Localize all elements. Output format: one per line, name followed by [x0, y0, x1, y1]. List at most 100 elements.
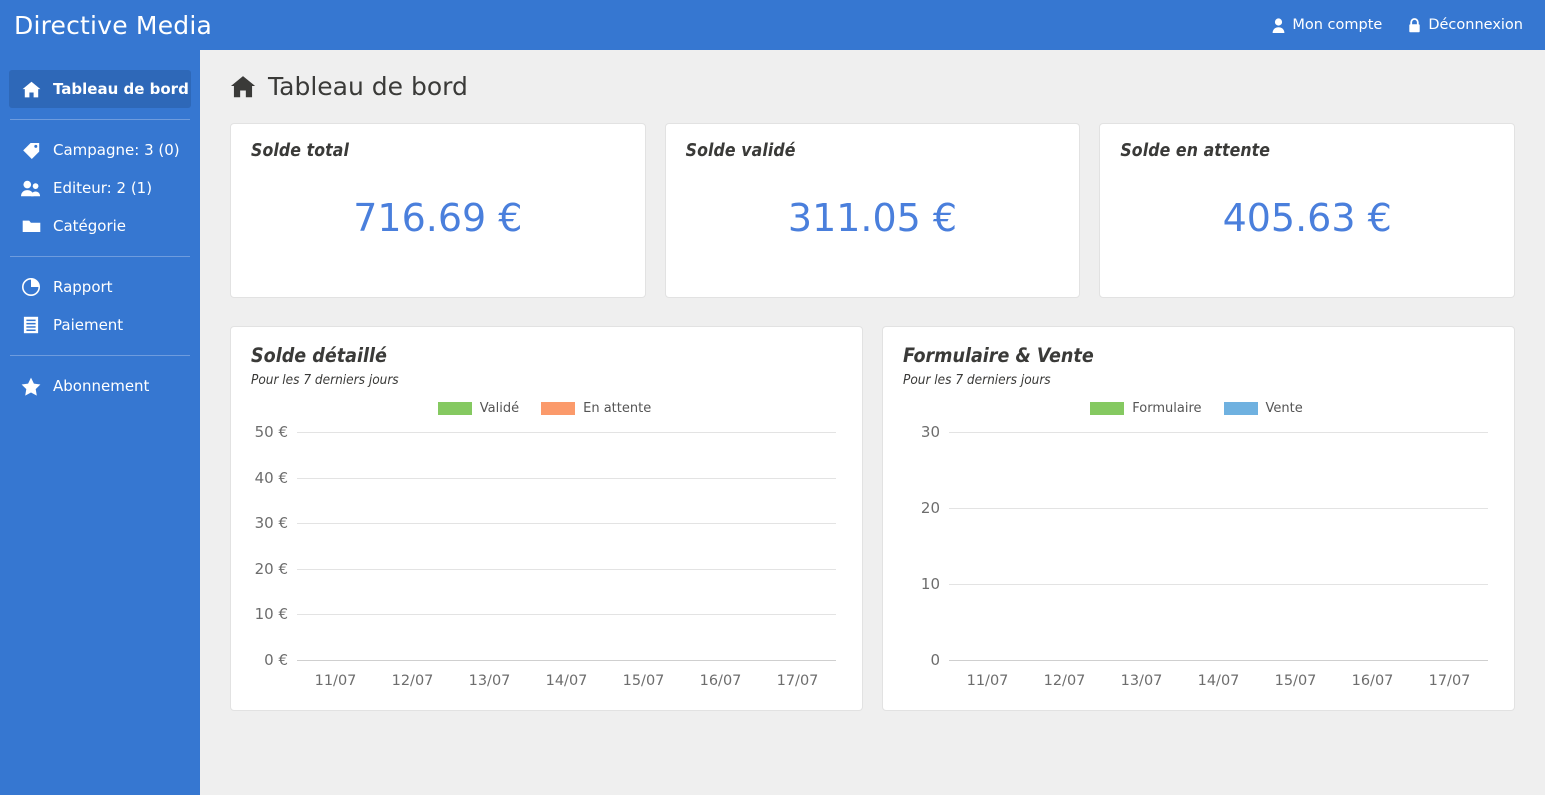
chart-plot-area: 0 10 20 30 11/07 12/07 13/07 14/07 15/07 16/07 17/…	[897, 422, 1496, 700]
sidebar-item-label: Rapport	[53, 278, 113, 296]
y-axis-tick-label: 30	[920, 423, 940, 441]
chart-plot-inner: 0 10 20 30 11/07 12/07 13/07 14/07 15/07 16/07 17/…	[921, 423, 1488, 689]
star-icon	[21, 377, 41, 396]
main-content: Tableau de bord Solde total 716.69 € Sol…	[200, 50, 1545, 795]
chart-bar-group[interactable]: 15/07	[1257, 432, 1334, 689]
sidebar-item-categorie[interactable]: Catégorie	[9, 207, 191, 245]
chart-bar-group[interactable]: 13/07	[1103, 432, 1180, 689]
stat-card-solde-valide: Solde validé 311.05 €	[664, 123, 1081, 298]
x-axis-tick-label: 11/07	[966, 673, 1009, 689]
x-axis-tick-label: 16/07	[699, 673, 742, 689]
legend-swatch	[541, 401, 576, 415]
tag-icon	[21, 142, 41, 159]
chart-bar-group[interactable]: 14/07	[528, 432, 605, 689]
sidebar-item-label: Campagne: 3 (0)	[53, 141, 180, 159]
page-title: Tableau de bord	[230, 72, 1545, 101]
brand-title: Directive Media	[14, 10, 213, 40]
y-axis-tick-label: 50 €	[254, 423, 288, 441]
pie-chart-icon	[21, 278, 41, 296]
stat-card-solde-en-attente: Solde en attente 405.63 €	[1099, 123, 1516, 298]
stat-card-value: 716.69 €	[353, 196, 523, 240]
top-header-bar: Directive Media Mon compte Déconnexion	[0, 0, 1545, 50]
chart-title: Formulaire & Vente	[903, 344, 1094, 367]
sidebar-item-label: Paiement	[53, 316, 124, 334]
x-axis-tick-label: 13/07	[468, 673, 511, 689]
stat-card-label: Solde total	[251, 141, 349, 161]
home-icon	[21, 81, 41, 98]
chart-bars: 11/07 12/07 13/07 14/07 15/07 16/07 17/07	[297, 432, 836, 689]
y-axis-tick-label: 40 €	[254, 468, 288, 487]
chart-bar-group[interactable]: 11/07	[297, 432, 374, 689]
lock-icon	[1408, 17, 1421, 33]
chart-card-solde-detaille: Solde détaillé Pour les 7 derniers jours…	[230, 326, 863, 711]
chart-legend: Formulaire Vente	[897, 400, 1496, 416]
y-axis-tick-label: 10	[920, 574, 940, 593]
x-axis-tick-label: 12/07	[391, 673, 434, 689]
legend-item[interactable]: Validé	[437, 400, 520, 416]
legend-swatch	[1090, 401, 1125, 415]
sidebar-item-label: Editeur: 2 (1)	[53, 179, 153, 197]
sidebar-item-paiement[interactable]: Paiement	[9, 306, 191, 344]
sidebar-divider-1	[10, 119, 190, 120]
chart-bar-group[interactable]: 12/07	[1026, 432, 1103, 689]
chart-bar-group[interactable]: 13/07	[451, 432, 528, 689]
chart-bar-group[interactable]: 17/07	[1411, 432, 1488, 689]
y-axis-tick-label: 30 €	[254, 514, 288, 533]
sidebar-item-editeur[interactable]: Editeur: 2 (1)	[9, 169, 191, 207]
legend-item[interactable]: En attente	[541, 401, 651, 416]
sidebar-item-label: Catégorie	[53, 217, 127, 235]
legend-label: Vente	[1265, 400, 1303, 416]
chart-legend: Validé En attente	[245, 400, 844, 416]
y-axis-tick-label: 10 €	[254, 605, 288, 624]
y-axis-tick-label: 20 €	[254, 559, 288, 578]
chart-plot-inner: 0 € 10 € 20 € 30 € 40 € 50 € 11/07 12/07 13/07 14…	[255, 423, 836, 689]
stat-card-label: Solde en attente	[1120, 141, 1271, 161]
my-account-label: Mon compte	[1292, 17, 1383, 33]
x-axis-tick-label: 13/07	[1120, 673, 1163, 689]
stat-card-value: 311.05 €	[787, 196, 958, 240]
x-axis-tick-label: 17/07	[776, 673, 819, 689]
sidebar-item-abonnement[interactable]: Abonnement	[9, 367, 191, 405]
x-axis-tick-label: 12/07	[1043, 673, 1086, 689]
legend-item[interactable]: Formulaire	[1090, 401, 1202, 416]
sidebar-item-label: Tableau de bord	[53, 80, 189, 98]
chart-bar-group[interactable]: 16/07	[1334, 432, 1411, 689]
legend-item[interactable]: Vente	[1223, 400, 1303, 416]
legend-swatch	[1223, 401, 1258, 415]
x-axis-tick-label: 15/07	[622, 673, 665, 689]
my-account-link[interactable]: Mon compte	[1272, 17, 1382, 33]
stat-card-value: 405.63 €	[1222, 196, 1392, 240]
logout-label: Déconnexion	[1428, 17, 1523, 33]
chart-bar-group[interactable]: 14/07	[1180, 432, 1257, 689]
chart-bar-group[interactable]: 17/07	[759, 432, 836, 689]
legend-swatch	[437, 401, 472, 415]
users-icon	[21, 180, 41, 197]
x-axis-tick-label: 14/07	[1197, 673, 1240, 689]
header-actions: Mon compte Déconnexion	[1272, 17, 1545, 33]
y-axis-tick-label: 0 €	[264, 651, 288, 669]
document-icon	[21, 316, 41, 334]
sidebar-divider-3	[10, 355, 190, 356]
chart-bar-group[interactable]: 16/07	[682, 432, 759, 689]
stat-card-solde-total: Solde total 716.69 €	[230, 123, 646, 298]
logout-link[interactable]: Déconnexion	[1408, 17, 1523, 33]
sidebar-item-campagne[interactable]: Campagne: 3 (0)	[9, 131, 191, 169]
stat-card-label: Solde validé	[685, 141, 796, 161]
chart-subtitle: Pour les 7 derniers jours	[903, 372, 1051, 388]
legend-label: Validé	[479, 400, 520, 416]
chart-gridline: 0	[930, 651, 1488, 669]
y-axis-tick-label: 20	[920, 498, 940, 517]
sidebar-item-label: Abonnement	[53, 377, 150, 395]
sidebar-item-rapport[interactable]: Rapport	[9, 268, 191, 306]
chart-subtitle: Pour les 7 derniers jours	[251, 372, 399, 388]
y-axis-tick-label: 0	[930, 651, 940, 669]
x-axis-tick-label: 15/07	[1274, 673, 1317, 689]
folder-icon	[21, 218, 41, 234]
chart-bars: 11/07 12/07 13/07 14/07 15/07 16/07 17/07	[949, 432, 1488, 689]
chart-bar-group[interactable]: 11/07	[949, 432, 1026, 689]
chart-bar-group[interactable]: 12/07	[374, 432, 451, 689]
sidebar-item-tableau-de-bord[interactable]: Tableau de bord	[9, 70, 191, 108]
chart-bar-group[interactable]: 15/07	[605, 432, 682, 689]
legend-label: En attente	[583, 400, 652, 416]
stat-card-row: Solde total 716.69 € Solde validé 311.05…	[230, 123, 1516, 298]
